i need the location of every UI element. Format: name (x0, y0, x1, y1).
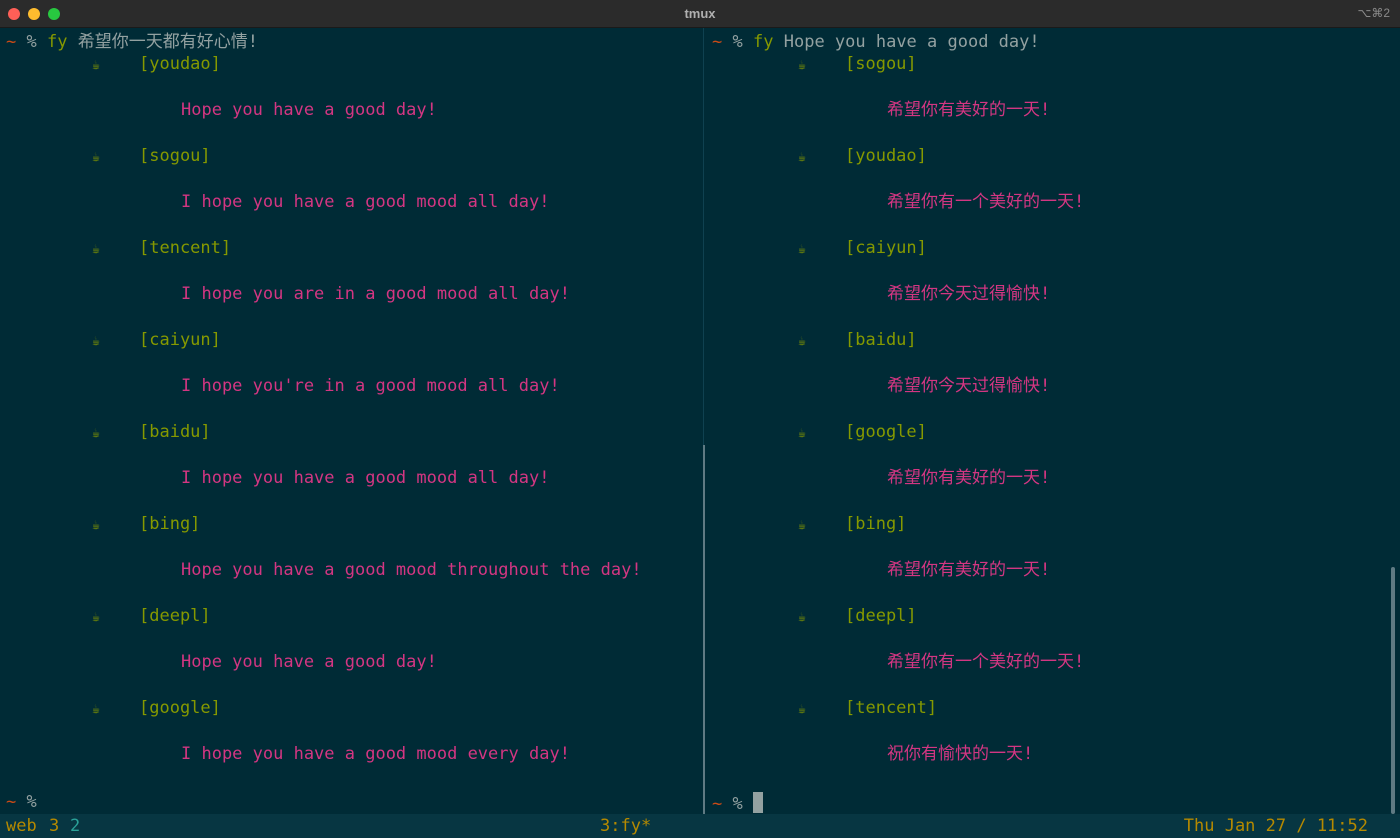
coffee-cup-icon: ☕ (92, 58, 100, 73)
translation-result: I hope you have a good mood every day! (181, 744, 570, 764)
tmux-status-bar: web 3 2 3:fy* Thu Jan 27 / 11:52 (0, 814, 1400, 838)
command-name: fy (753, 32, 774, 52)
engine-label: [baidu] (139, 422, 211, 442)
shell-prompt[interactable]: ~ % (712, 792, 763, 814)
prompt-symbol: % (732, 794, 743, 814)
window-tab-fy[interactable]: 3:fy* (600, 814, 651, 838)
window-shortcut: ⌥⌘2 (1357, 6, 1390, 20)
prompt-symbol: % (732, 32, 743, 52)
engine-label: [baidu] (845, 330, 917, 350)
coffee-cup-icon: ☕ (798, 518, 806, 533)
prompt-tilde: ~ (6, 792, 17, 812)
coffee-cup-icon: ☕ (798, 242, 806, 257)
translation-result: I hope you're in a good mood all day! (181, 376, 560, 396)
coffee-cup-icon: ☕ (92, 150, 100, 165)
engine-label: [caiyun] (845, 238, 927, 258)
translation-result: Hope you have a good mood throughout the… (181, 560, 642, 580)
command-name: fy (47, 32, 68, 52)
right-pane[interactable]: ~ % fy Hope you have a good day! ☕ [sogou]… (706, 28, 1400, 814)
command-argument: Hope you have a good day! (783, 32, 1040, 52)
coffee-cup-icon: ☕ (798, 702, 806, 717)
engine-label: [youdao] (845, 146, 927, 166)
engine-label: [tencent] (139, 238, 232, 258)
prompt-tilde: ~ (6, 32, 17, 52)
coffee-cup-icon: ☕ (92, 610, 100, 625)
translation-result: 希望你有美好的一天! (887, 468, 1051, 488)
coffee-cup-icon: ☕ (798, 150, 806, 165)
engine-label: [sogou] (845, 54, 917, 74)
engine-label: [youdao] (139, 54, 221, 74)
engine-label: [sogou] (139, 146, 211, 166)
command-line: ~ % fy 希望你一天都有好心情! (6, 32, 258, 52)
status-number-1: 3 (49, 816, 60, 836)
coffee-cup-icon: ☕ (92, 242, 100, 257)
translation-result: I hope you are in a good mood all day! (181, 284, 570, 304)
translation-result: 希望你有美好的一天! (887, 560, 1051, 580)
translation-result: Hope you have a good day! (181, 652, 437, 672)
command-line: ~ % fy Hope you have a good day! (712, 32, 1040, 52)
coffee-cup-icon: ☕ (798, 426, 806, 441)
translation-result: I hope you have a good mood all day! (181, 468, 550, 488)
translation-result: 希望你今天过得愉快! (887, 284, 1051, 304)
coffee-cup-icon: ☕ (92, 702, 100, 717)
status-number-2: 2 (70, 816, 81, 836)
engine-label: [deepl] (845, 606, 917, 626)
engine-label: [bing] (139, 514, 201, 534)
window-title: tmux (684, 6, 716, 21)
engine-label: [deepl] (139, 606, 211, 626)
prompt-symbol: % (26, 792, 37, 812)
translation-result: 希望你有一个美好的一天! (887, 192, 1085, 212)
coffee-cup-icon: ☕ (92, 518, 100, 533)
prompt-symbol: % (26, 32, 37, 52)
translation-result: 希望你今天过得愉快! (887, 376, 1051, 396)
left-pane[interactable]: ~ % fy 希望你一天都有好心情! ☕ [youdao] Hope you have… (0, 28, 703, 814)
coffee-cup-icon: ☕ (798, 58, 806, 73)
title-bar: tmux ⌥⌘2 (0, 0, 1400, 28)
translation-result: 希望你有一个美好的一天! (887, 652, 1085, 672)
command-argument: 希望你一天都有好心情! (77, 32, 258, 52)
translation-result: Hope you have a good day! (181, 100, 437, 120)
shell-prompt[interactable]: ~ % (6, 792, 37, 812)
status-datetime: Thu Jan 27 / 11:52 (1183, 816, 1368, 836)
engine-label: [google] (139, 698, 221, 718)
coffee-cup-icon: ☕ (798, 610, 806, 625)
coffee-cup-icon: ☕ (798, 334, 806, 349)
coffee-cup-icon: ☕ (92, 426, 100, 441)
right-pane-scrollbar[interactable] (1391, 567, 1395, 814)
coffee-cup-icon: ☕ (92, 334, 100, 349)
prompt-tilde: ~ (712, 32, 723, 52)
prompt-tilde: ~ (712, 794, 723, 814)
translation-result: I hope you have a good mood all day! (181, 192, 550, 212)
translation-result: 祝你有愉快的一天! (887, 744, 1034, 764)
text-cursor (753, 792, 763, 813)
engine-label: [tencent] (845, 698, 938, 718)
session-name[interactable]: web (6, 814, 37, 838)
engine-label: [caiyun] (139, 330, 221, 350)
left-pane-scrollbar[interactable] (703, 445, 705, 814)
terminal-window: tmux ⌥⌘2 ~ % fy 希望你一天都有好心情! ☕ [youdao] Hope… (0, 0, 1400, 838)
translation-result: 希望你有美好的一天! (887, 100, 1051, 120)
engine-label: [google] (845, 422, 927, 442)
engine-label: [bing] (845, 514, 907, 534)
